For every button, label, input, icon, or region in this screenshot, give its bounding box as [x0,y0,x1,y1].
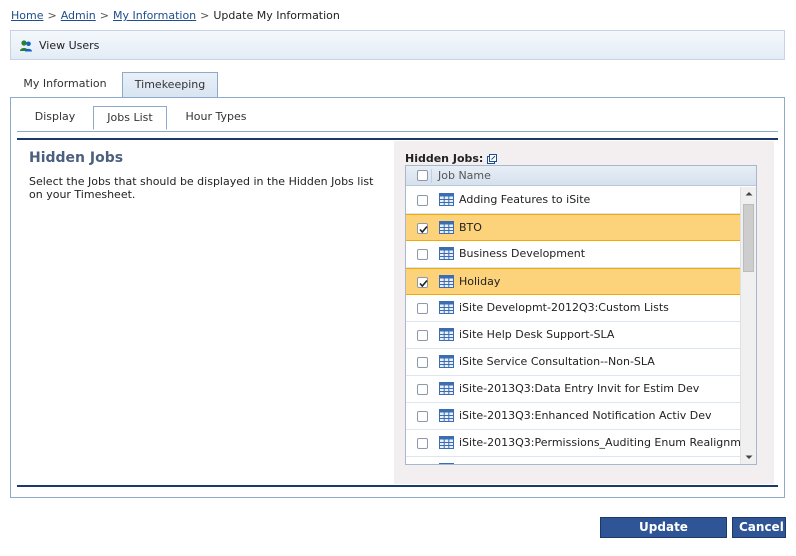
scroll-down-arrow[interactable] [741,450,756,464]
users-icon [20,40,32,52]
breadcrumb-home-link[interactable]: Home [11,9,43,22]
job-checkbox[interactable] [417,330,428,341]
tab-my-information[interactable]: My Information [10,72,120,98]
list-item[interactable]: iSite Developmt-2012Q3:Custom Lists [406,295,740,322]
list-item[interactable]: iSite-2013Q3:Enhanced Notification Activ… [406,403,740,430]
list-item[interactable]: iSite-2013Q3:Data Entry Invit for Estim … [406,376,740,403]
subtab-jobs-list[interactable]: Jobs List [93,106,167,130]
tab-label: My Information [23,77,107,90]
grid-icon [439,247,454,263]
subtab-divider [17,131,778,132]
section-title: Hidden Jobs [29,150,124,166]
job-checkbox[interactable] [417,357,428,368]
list-item[interactable]: iSite-2013Q3:Task Estimate Total Consoli… [406,457,740,464]
scroll-up-arrow[interactable] [741,187,756,201]
job-name: iSite-2013Q3:Data Entry Invit for Estim … [459,382,700,395]
grid-icon [439,409,454,425]
tab-timekeeping[interactable]: Timekeeping [122,72,218,98]
update-information-button[interactable]: Update Information [600,517,727,553]
breadcrumb-separator: > [200,9,210,22]
job-checkbox[interactable] [417,277,428,288]
breadcrumb-separator: > [47,9,57,22]
job-checkbox[interactable] [417,438,428,449]
list-item[interactable]: BTO [406,214,740,241]
breadcrumb: Home > Admin > My Information > Update My Info… [11,8,340,24]
chevron-down-icon [745,455,753,459]
list-item[interactable]: Holiday [406,268,740,295]
section-bottom-rule [17,485,778,487]
job-name: iSite Help Desk Support-SLA [459,328,615,341]
job-name: iSite-2013Q3:Task Estimate Total Consoli… [459,457,718,464]
hidden-jobs-panel: Hidden Jobs: Job Name Adding Features to… [394,141,774,484]
job-name: Business Development [459,247,586,260]
chevron-up-icon [745,192,753,196]
checkmark-icon [419,225,428,234]
job-checkbox[interactable] [417,411,428,422]
breadcrumb-my-information-link[interactable]: My Information [113,9,196,22]
subtab-label: Display [34,110,76,123]
grid-icon [439,355,454,371]
grid-icon [439,301,454,317]
job-checkbox[interactable] [417,249,428,260]
grid-icon [439,463,454,464]
list-item[interactable]: iSite-2013Q3:Permissions_Auditing Enum R… [406,430,756,457]
list-item[interactable]: Adding Features to iSite [406,187,740,214]
scrollbar[interactable] [740,187,756,464]
section-description: Select the Jobs that should be displayed… [29,175,374,201]
cancel-button[interactable]: Cancel [732,517,786,538]
toolbar: View Users [10,30,785,60]
grid-icon [439,221,454,237]
job-name: iSite-2013Q3:Permissions_Auditing Enum R… [459,436,757,449]
popout-icon[interactable] [487,153,498,164]
job-name: iSite Service Consultation--Non-SLA [459,355,655,368]
hidden-jobs-heading: Hidden Jobs: [405,152,498,165]
view-users-button[interactable]: View Users [19,38,99,54]
job-name: Adding Features to iSite [459,193,591,206]
select-all-checkbox[interactable] [417,170,428,181]
hidden-jobs-list: Job Name Adding Features to iSite BTO Busi… [405,165,757,465]
header-separator [431,169,432,183]
view-users-label: View Users [39,39,100,52]
job-name: BTO [459,221,482,234]
subtab-label: Jobs List [107,111,153,124]
job-name: Holiday [459,275,501,288]
list-header: Job Name [406,166,756,186]
list-item[interactable]: iSite Help Desk Support-SLA [406,322,740,349]
grid-icon [439,436,454,452]
subtab-label: Hour Types [185,110,247,123]
breadcrumb-current: Update My Information [213,9,340,22]
grid-icon [439,193,454,209]
subtab-hour-types[interactable]: Hour Types [171,106,261,130]
job-checkbox[interactable] [417,384,428,395]
grid-icon [439,382,454,398]
timekeeping-panel: Display Jobs List Hour Types Hidden Jobs… [10,97,785,498]
grid-icon [439,275,454,291]
grid-icon [439,328,454,344]
job-checkbox[interactable] [417,223,428,234]
list-item[interactable]: iSite Service Consultation--Non-SLA [406,349,740,376]
job-checkbox[interactable] [417,195,428,206]
tab-label: Timekeeping [134,78,206,91]
scroll-thumb[interactable] [743,204,754,272]
job-name: iSite Developmt-2012Q3:Custom Lists [459,301,669,314]
job-name-column-header[interactable]: Job Name [438,166,491,186]
breadcrumb-admin-link[interactable]: Admin [61,9,96,22]
list-item[interactable]: Business Development [406,241,740,268]
checkmark-icon [419,279,428,288]
subtab-display[interactable]: Display [23,106,87,130]
breadcrumb-separator: > [99,9,109,22]
job-checkbox[interactable] [417,303,428,314]
hidden-jobs-label: Hidden Jobs: [405,152,484,165]
section-top-rule [17,138,778,140]
job-name: iSite-2013Q3:Enhanced Notification Activ… [459,409,712,422]
